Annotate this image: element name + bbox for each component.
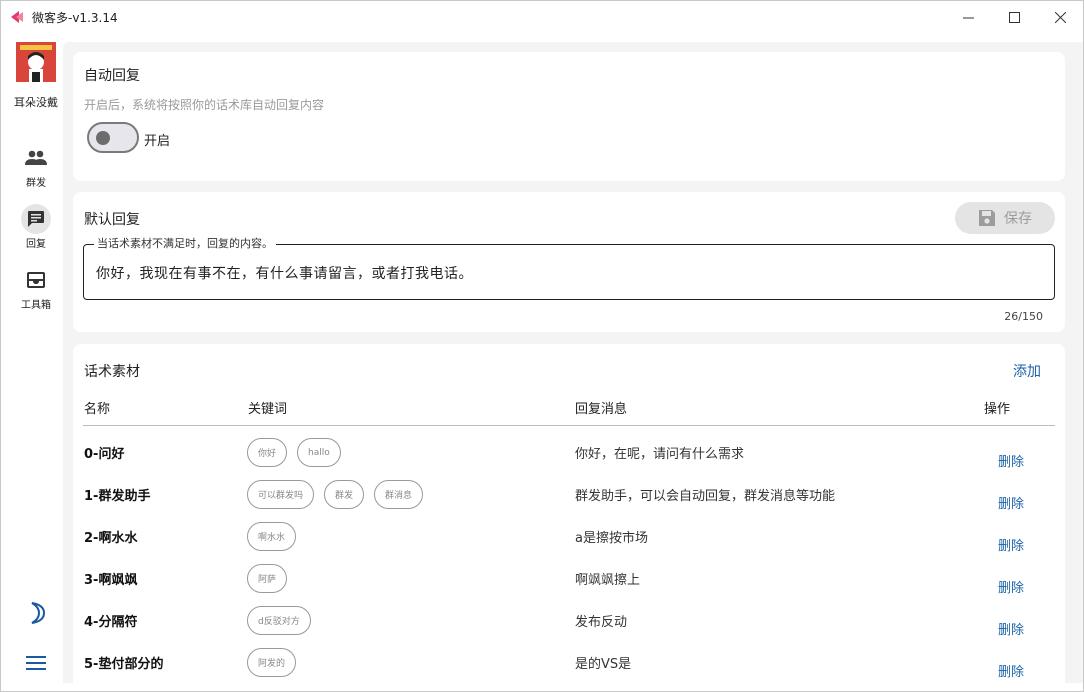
row-reply: 是的VS是 [575, 657, 632, 672]
default-reply-value: 你好，我现在有事不在，有什么事请留言，或者打我电话。 [96, 266, 473, 282]
keyword-chip[interactable]: 群消息 [374, 480, 424, 509]
nav-item-broadcast[interactable]: 群发 [1, 143, 71, 189]
char-counter: 26/150 [1004, 310, 1043, 323]
delete-button[interactable]: 删除 [998, 577, 1024, 596]
avatar-image [16, 42, 56, 82]
keyword-chip[interactable]: 群发 [324, 480, 365, 509]
delete-button[interactable]: 删除 [998, 451, 1024, 470]
menu-icon[interactable] [23, 650, 49, 676]
auto-reply-toggle[interactable] [87, 122, 139, 153]
keyword-chip[interactable]: 啊水水 [247, 522, 297, 551]
username: 耳朵没戴 [14, 96, 58, 109]
default-reply-title: 默认回复 [84, 212, 140, 228]
row-reply: 啊飒飒擦上 [575, 573, 641, 588]
minimize-button[interactable] [945, 1, 991, 33]
scripts-title: 话术素材 [84, 364, 140, 380]
message-icon [21, 204, 51, 234]
row-reply: 群发助手，可以会自动回复，群发消息等功能 [575, 489, 836, 504]
delete-button[interactable]: 删除 [998, 619, 1024, 638]
row-keywords: 你好 hallo [247, 438, 341, 467]
delete-button[interactable]: 删除 [998, 535, 1024, 554]
nav-item-reply[interactable]: 回复 [1, 204, 71, 250]
nav-label-broadcast: 群发 [26, 178, 46, 189]
delete-button[interactable]: 删除 [998, 661, 1024, 680]
row-reply: 你好，在呢，请问有什么需求 [575, 447, 745, 462]
keyword-chip[interactable]: d反驳对方 [247, 606, 311, 635]
toggle-knob [96, 131, 110, 145]
keyword-chip[interactable]: 阿萨 [247, 564, 288, 593]
row-name: 5-垫付部分的 [84, 657, 164, 672]
auto-reply-title: 自动回复 [84, 68, 140, 84]
row-keywords: 阿萨 [247, 564, 288, 593]
table-header-divider [83, 425, 1055, 426]
column-header-reply: 回复消息 [575, 402, 628, 417]
delete-button[interactable]: 删除 [998, 493, 1024, 512]
row-name: 0-问好 [84, 447, 125, 462]
row-reply: 发布反动 [575, 615, 628, 630]
keyword-chip[interactable]: 可以群发吗 [247, 480, 315, 509]
nav-label-reply: 回复 [26, 239, 46, 250]
title-bar: 微客多-v1.3.14 [1, 1, 1083, 33]
moon-icon[interactable] [23, 600, 49, 626]
row-reply: a是擦按市场 [575, 531, 648, 546]
toggle-label: 开启 [144, 134, 171, 149]
add-button[interactable]: 添加 [1013, 361, 1041, 381]
window-title: 微客多-v1.3.14 [32, 10, 118, 25]
table-row: 0-问好 你好 hallo 你好，在呢，请问有什么需求 删除 [73, 433, 1065, 475]
avatar[interactable] [16, 42, 56, 82]
keyword-chip[interactable]: hallo [297, 438, 341, 467]
close-icon [1054, 11, 1066, 23]
nav-item-toolbox[interactable]: 工具箱 [1, 265, 71, 311]
row-keywords: 阿发的 [247, 648, 297, 677]
save-button[interactable]: 保存 [955, 202, 1055, 234]
default-reply-field[interactable]: 当话术素材不满足时，回复的内容。 你好，我现在有事不在，有什么事请留言，或者打我… [83, 237, 1055, 300]
table-row: 5-垫付部分的 阿发的 是的VS是 删除 [73, 643, 1065, 683]
auto-reply-description: 开启后，系统将按照你的话术库自动回复内容 [84, 98, 325, 112]
row-keywords: d反驳对方 [247, 606, 311, 635]
close-button[interactable] [1037, 1, 1083, 33]
sidebar: 耳朵没戴 群发 回复 工具箱 [1, 33, 71, 691]
row-name: 2-啊水水 [84, 531, 138, 546]
row-keywords: 可以群发吗 群发 群消息 [247, 480, 424, 509]
window-controls [945, 1, 1083, 33]
table-row: 3-啊飒飒 阿萨 啊飒飒擦上 删除 [73, 559, 1065, 601]
default-reply-card: 默认回复 保存 当话术素材不满足时，回复的内容。 你好，我现在有事不在，有什么事… [73, 192, 1065, 332]
column-header-keywords: 关键词 [248, 402, 288, 417]
save-icon [979, 210, 995, 226]
row-name: 3-啊飒飒 [84, 573, 138, 588]
minimize-icon [962, 17, 974, 18]
keyword-chip[interactable]: 阿发的 [247, 648, 297, 677]
column-header-action: 操作 [984, 402, 1011, 417]
toolbox-icon [21, 265, 51, 295]
table-row: 1-群发助手 可以群发吗 群发 群消息 群发助手，可以会自动回复，群发消息等功能… [73, 475, 1065, 517]
row-name: 4-分隔符 [84, 615, 138, 630]
app-logo-icon [11, 11, 23, 23]
scripts-card: 话术素材 添加 名称 关键词 回复消息 操作 0-问好 你好 hallo 你好，… [73, 344, 1065, 683]
table-row: 2-啊水水 啊水水 a是擦按市场 删除 [73, 517, 1065, 559]
default-reply-field-label: 当话术素材不满足时，回复的内容。 [94, 237, 276, 251]
auto-reply-card: 自动回复 开启后，系统将按照你的话术库自动回复内容 开启 [73, 52, 1065, 181]
table-row: 4-分隔符 d反驳对方 发布反动 删除 [73, 601, 1065, 643]
main-content: 自动回复 开启后，系统将按照你的话术库自动回复内容 开启 默认回复 保存 当话术… [63, 42, 1083, 683]
row-name: 1-群发助手 [84, 489, 151, 504]
keyword-chip[interactable]: 你好 [247, 438, 288, 467]
maximize-icon [1008, 11, 1020, 23]
nav-label-toolbox: 工具箱 [21, 300, 51, 311]
maximize-button[interactable] [991, 1, 1037, 33]
group-icon [21, 143, 51, 173]
row-keywords: 啊水水 [247, 522, 297, 551]
column-header-name: 名称 [84, 402, 111, 417]
save-button-label: 保存 [1004, 211, 1032, 227]
